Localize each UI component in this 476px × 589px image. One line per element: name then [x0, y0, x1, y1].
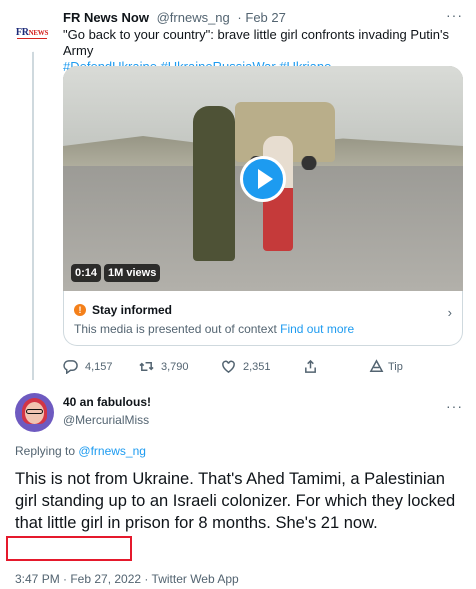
parent-tweet-date[interactable]: Feb 27	[245, 10, 285, 25]
context-title-row: ! Stay informed	[74, 303, 172, 317]
parent-tweet-header: FR News Now @frnews_ng · Feb 27	[63, 10, 463, 26]
retweet-button[interactable]: 3,790	[139, 359, 189, 374]
tip-button[interactable]: Tip	[369, 359, 403, 374]
replying-to-handle[interactable]: @frnews_ng	[78, 444, 146, 458]
reply-tweet-text: This is not from Ukraine. That's Ahed Ta…	[15, 470, 456, 532]
warning-icon: !	[74, 304, 86, 316]
red-highlight-box	[6, 536, 132, 561]
video-views: 1M views	[104, 264, 161, 282]
avatar-glasses	[26, 409, 43, 414]
tweet-actions: 4,157 3,790 2,351 Tip	[63, 359, 463, 375]
play-icon[interactable]	[240, 156, 286, 202]
video-soldier	[193, 106, 235, 261]
share-icon	[305, 359, 316, 373]
heart-icon	[222, 360, 235, 374]
avatar-frnews[interactable]: FRNEWS	[12, 12, 52, 52]
context-description-text: This media is presented out of context	[74, 322, 277, 336]
reply-author-name[interactable]: 40 an fabulous!	[63, 395, 151, 409]
like-button[interactable]: 2,351	[221, 359, 271, 374]
parent-author-name[interactable]: FR News Now	[63, 10, 149, 25]
reply-button[interactable]: 4,157	[63, 359, 113, 374]
retweet-icon	[139, 362, 154, 371]
context-notice[interactable]: ! Stay informed This media is presented …	[63, 291, 463, 346]
avatar-mercurialmiss[interactable]	[15, 393, 54, 432]
frnews-logo: FRNEWS	[15, 26, 49, 38]
tip-label: Tip	[388, 360, 403, 373]
more-options-icon[interactable]: ···	[446, 398, 463, 414]
parent-tweet-body: "Go back to your country": brave little …	[63, 27, 450, 58]
find-out-more-link[interactable]: Find out more	[280, 322, 354, 336]
retweet-count: 3,790	[161, 360, 189, 373]
reply-author-handle[interactable]: @MercurialMiss	[63, 413, 149, 427]
chevron-right-icon[interactable]: ›	[448, 305, 452, 320]
video-player[interactable]: 0:14 1M views	[63, 66, 463, 291]
thread-connector-line	[32, 50, 34, 380]
video-duration: 0:14	[71, 264, 102, 282]
reply-icon	[63, 360, 78, 374]
video-badges: 0:14 1M views	[71, 264, 161, 282]
context-title: Stay informed	[92, 303, 173, 317]
more-options-icon[interactable]: ···	[446, 7, 463, 23]
replying-prefix: Replying to	[15, 444, 76, 458]
share-button[interactable]	[303, 359, 318, 374]
reply-count: 4,157	[85, 360, 113, 373]
tip-icon	[369, 359, 384, 372]
reply-timestamp[interactable]: 3:47 PM · Feb 27, 2022 · Twitter Web App	[15, 572, 239, 586]
parent-author-handle[interactable]: @frnews_ng	[157, 10, 230, 25]
context-description: This media is presented out of context F…	[74, 322, 354, 336]
logo-underline	[17, 38, 47, 39]
replying-to-line: Replying to @frnews_ng	[15, 444, 146, 458]
separator-dot: ·	[237, 10, 242, 25]
like-count: 2,351	[243, 360, 271, 373]
